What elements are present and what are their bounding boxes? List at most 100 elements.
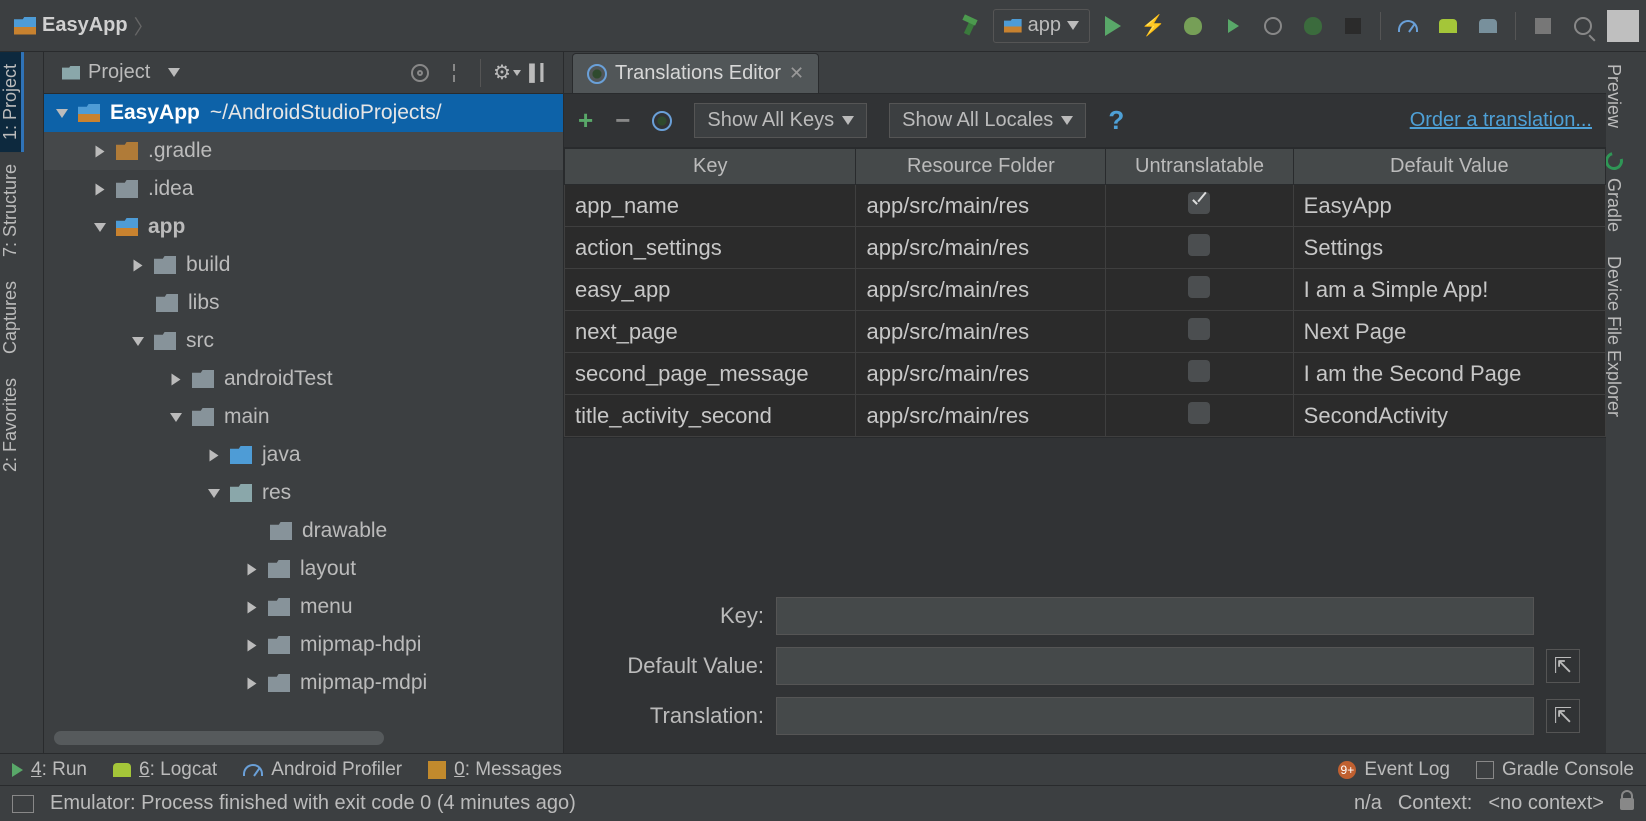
tree-item-res[interactable]: res: [44, 474, 563, 512]
profile-button[interactable]: [1256, 9, 1290, 43]
lock-icon[interactable]: [1620, 798, 1634, 810]
cell-default[interactable]: EasyApp: [1293, 185, 1605, 227]
expand-translation-button[interactable]: ⇱: [1546, 699, 1580, 733]
avd-manager-button[interactable]: [1431, 9, 1465, 43]
table-row[interactable]: next_pageapp/src/main/resNext Page: [565, 311, 1606, 353]
col-key[interactable]: Key: [565, 149, 856, 185]
help-button[interactable]: ?: [1108, 105, 1124, 136]
add-key-button[interactable]: +: [578, 105, 593, 136]
cell-key[interactable]: second_page_message: [565, 353, 856, 395]
hide-panel-button[interactable]: ▌▎: [529, 61, 553, 85]
tool-project[interactable]: 1: Project: [0, 52, 24, 152]
cell-untranslatable[interactable]: [1106, 353, 1293, 395]
account-button[interactable]: [1606, 9, 1640, 43]
table-row[interactable]: easy_appapp/src/main/res I am a Simple Ap…: [565, 269, 1606, 311]
tree-item-gradle[interactable]: .gradle: [44, 132, 563, 170]
table-row[interactable]: title_activity_secondapp/src/main/resSec…: [565, 395, 1606, 437]
tool-event-log[interactable]: 9+Event Log: [1338, 759, 1450, 781]
tree-item-app[interactable]: app: [44, 208, 563, 246]
tool-android-profiler[interactable]: Android Profiler: [243, 759, 402, 781]
run-button[interactable]: [1096, 9, 1130, 43]
cell-key[interactable]: app_name: [565, 185, 856, 227]
tool-preview[interactable]: Preview: [1603, 52, 1624, 140]
status-context-value[interactable]: <no context>: [1488, 792, 1604, 815]
tree-item-build[interactable]: build: [44, 246, 563, 284]
tool-captures[interactable]: Captures: [0, 269, 21, 366]
tree-item-libs[interactable]: libs: [44, 284, 563, 322]
cell-folder[interactable]: app/src/main/res: [856, 311, 1106, 353]
expand-icon[interactable]: [134, 259, 143, 271]
checkbox[interactable]: [1188, 234, 1210, 256]
expand-icon[interactable]: [132, 337, 144, 346]
tool-structure[interactable]: 7: Structure: [0, 152, 21, 269]
cell-untranslatable[interactable]: [1106, 311, 1293, 353]
expand-icon[interactable]: [248, 601, 257, 613]
tree-item-androidtest[interactable]: androidTest: [44, 360, 563, 398]
cell-default[interactable]: Next Page: [1293, 311, 1605, 353]
expand-icon[interactable]: [248, 639, 257, 651]
expand-icon[interactable]: [94, 223, 106, 232]
stop-button[interactable]: [1336, 9, 1370, 43]
sdk-manager-button[interactable]: [1471, 9, 1505, 43]
search-everywhere-button[interactable]: [1566, 9, 1600, 43]
tool-windows-toggle[interactable]: [12, 795, 34, 813]
tree-item-main[interactable]: main: [44, 398, 563, 436]
project-view-selector[interactable]: Project: [54, 58, 158, 87]
expand-icon[interactable]: [210, 449, 219, 461]
tool-gradle-console[interactable]: Gradle Console: [1476, 759, 1634, 781]
tree-item-mipmap-mdpi[interactable]: mipmap-mdpi: [44, 664, 563, 702]
tree-item-java[interactable]: java: [44, 436, 563, 474]
checkbox[interactable]: [1188, 402, 1210, 424]
build-button[interactable]: [953, 9, 987, 43]
detail-translation-input[interactable]: [776, 697, 1534, 735]
cell-key[interactable]: title_activity_second: [565, 395, 856, 437]
locales-filter-dropdown[interactable]: Show All Locales: [889, 103, 1086, 138]
expand-icon[interactable]: [96, 183, 105, 195]
checkbox[interactable]: [1188, 360, 1210, 382]
project-tree[interactable]: EasyApp ~/AndroidStudioProjects/ .gradle…: [44, 94, 563, 727]
cell-default[interactable]: I am the Second Page: [1293, 353, 1605, 395]
order-translation-link[interactable]: Order a translation...: [1410, 109, 1592, 132]
profiler-button[interactable]: [1391, 9, 1425, 43]
cell-folder[interactable]: app/src/main/res: [856, 353, 1106, 395]
run-config-selector[interactable]: app: [993, 9, 1090, 43]
collapse-all-button[interactable]: [442, 61, 466, 85]
tool-gradle[interactable]: Gradle: [1603, 140, 1624, 244]
cell-folder[interactable]: app/src/main/res: [856, 269, 1106, 311]
cell-untranslatable[interactable]: [1106, 185, 1293, 227]
cell-untranslatable[interactable]: [1106, 269, 1293, 311]
tree-item-drawable[interactable]: drawable: [44, 512, 563, 550]
tree-root[interactable]: EasyApp ~/AndroidStudioProjects/: [44, 94, 563, 132]
tool-messages[interactable]: 0: Messages: [428, 759, 562, 781]
expand-icon[interactable]: [96, 145, 105, 157]
expand-icon[interactable]: [248, 677, 257, 689]
tree-item-menu[interactable]: menu: [44, 588, 563, 626]
tool-run[interactable]: 4: Run: [12, 759, 87, 781]
cell-key[interactable]: easy_app: [565, 269, 856, 311]
tab-translations-editor[interactable]: Translations Editor ✕: [572, 53, 819, 93]
close-tab-icon[interactable]: ✕: [789, 63, 804, 84]
project-structure-button[interactable]: [1526, 9, 1560, 43]
cell-folder[interactable]: app/src/main/res: [856, 227, 1106, 269]
expand-default-button[interactable]: ⇱: [1546, 649, 1580, 683]
tree-item-src[interactable]: src: [44, 322, 563, 360]
cell-folder[interactable]: app/src/main/res: [856, 395, 1106, 437]
cell-untranslatable[interactable]: [1106, 227, 1293, 269]
remove-key-button[interactable]: −: [615, 105, 630, 136]
scrollbar-thumb[interactable]: [54, 731, 384, 745]
table-row[interactable]: second_page_messageapp/src/main/res I am …: [565, 353, 1606, 395]
expand-icon[interactable]: [170, 413, 182, 422]
checkbox[interactable]: [1188, 276, 1210, 298]
checkbox[interactable]: [1188, 192, 1210, 214]
chevron-down-icon[interactable]: [168, 68, 180, 77]
col-default[interactable]: Default Value: [1293, 149, 1605, 185]
debug-button[interactable]: [1176, 9, 1210, 43]
add-locale-button[interactable]: [652, 111, 672, 131]
table-row[interactable]: action_settingsapp/src/main/resSettings: [565, 227, 1606, 269]
cell-default[interactable]: I am a Simple App!: [1293, 269, 1605, 311]
keys-filter-dropdown[interactable]: Show All Keys: [694, 103, 867, 138]
tool-favorites[interactable]: 2: Favorites: [0, 366, 21, 484]
expand-icon[interactable]: [56, 109, 68, 118]
attach-debugger-button[interactable]: [1296, 9, 1330, 43]
checkbox[interactable]: [1188, 318, 1210, 340]
